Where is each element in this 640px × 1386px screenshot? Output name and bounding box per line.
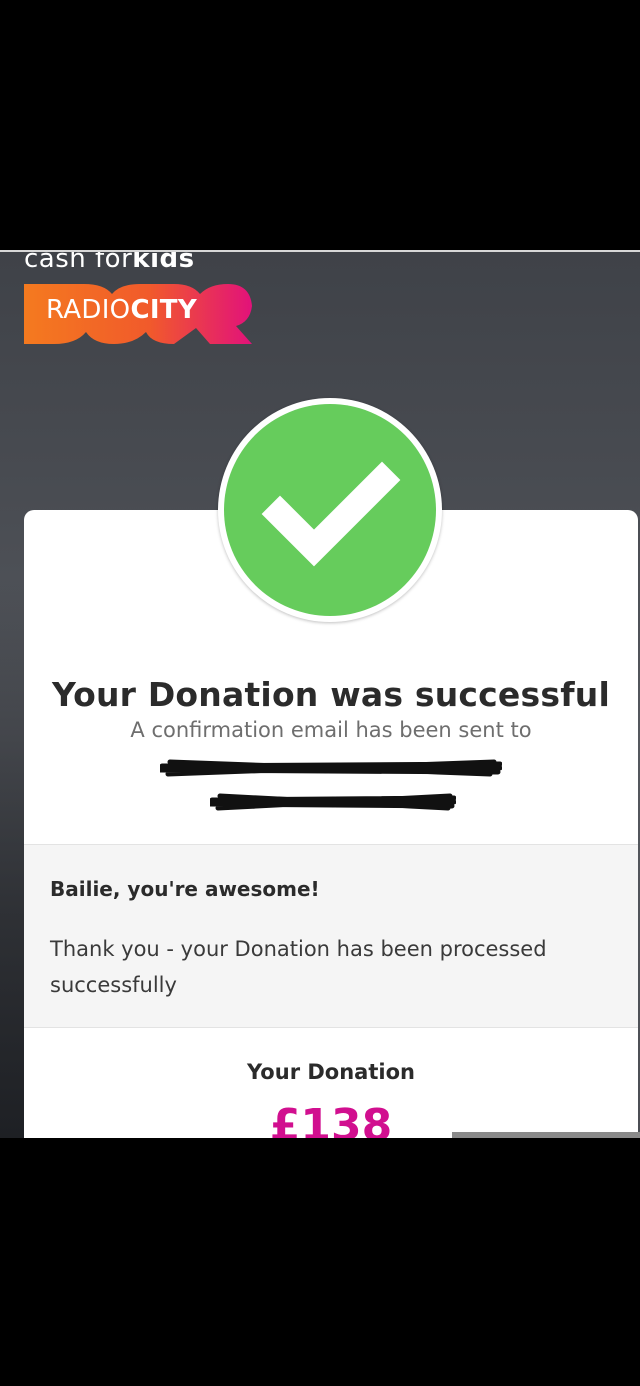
radio-city-logo[interactable]: RADIOCITY [24, 282, 252, 344]
thank-you-message: Thank you - your Donation has been proce… [50, 937, 547, 997]
phone-screen: cash forkids RADIOCITY Your Donation was… [0, 0, 640, 1386]
success-badge [218, 398, 442, 622]
confirmation-subtitle: A confirmation email has been sent to [130, 718, 532, 742]
success-title: Your Donation was successful [52, 675, 610, 714]
logo-text-thin: cash for [24, 250, 133, 274]
logo-radio-text: RADIO [46, 295, 131, 325]
checkmark-icon [261, 461, 401, 567]
cash-for-kids-logo-text: cash forkids [24, 250, 195, 274]
logo-text-bold: kids [132, 250, 195, 274]
page-viewport: cash forkids RADIOCITY Your Donation was… [0, 250, 640, 1138]
greeting-text: Bailie, you're awesome! [50, 877, 320, 901]
radio-city-logo-label: RADIOCITY [46, 295, 197, 325]
logo-city-text: CITY [130, 295, 197, 325]
scroll-indicator [452, 1132, 640, 1138]
redacted-reference-scribble [210, 793, 456, 811]
thank-you-panel: Bailie, you're awesome! Thank you - your… [24, 844, 638, 1028]
redacted-email-scribble [160, 759, 502, 777]
donation-label: Your Donation [247, 1060, 415, 1084]
